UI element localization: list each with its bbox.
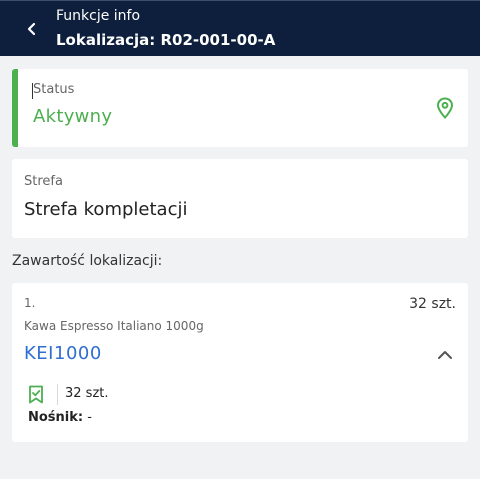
bookmark-check-icon xyxy=(29,385,43,404)
chevron-left-icon xyxy=(27,22,36,36)
strefa-card: Strefa Strefa kompletacji xyxy=(12,159,468,238)
strefa-label: Strefa xyxy=(24,174,63,189)
status-label: Status xyxy=(33,82,75,97)
item-name: Kawa Espresso Italiano 1000g xyxy=(24,319,204,333)
status-value: Aktywny xyxy=(33,106,113,127)
item-total-quantity: 32 szt. xyxy=(409,296,456,312)
carrier-row: Nośnik: - xyxy=(28,410,92,425)
carrier-value: - xyxy=(87,410,92,425)
carrier-label: Nośnik: xyxy=(28,410,84,425)
strefa-value: Strefa kompletacji xyxy=(24,199,188,220)
location-content-heading: Zawartość lokalizacji: xyxy=(12,253,163,269)
location-pin-icon[interactable] xyxy=(436,97,454,119)
header-title: Funkcje info xyxy=(56,8,141,24)
divider xyxy=(57,384,58,405)
header-location: Lokalizacja: R02-001-00-A xyxy=(56,31,276,49)
app-header: Funkcje info Lokalizacja: R02-001-00-A xyxy=(0,0,480,56)
list-item: 1. 32 szt. Kawa Espresso Italiano 1000g … xyxy=(12,283,468,442)
item-quantity: 32 szt. xyxy=(65,386,109,401)
status-card: Status Aktywny xyxy=(12,69,468,147)
back-button[interactable] xyxy=(20,17,44,41)
chevron-up-icon[interactable] xyxy=(436,348,454,362)
item-code-link[interactable]: KEI1000 xyxy=(24,343,102,364)
item-index: 1. xyxy=(24,296,36,310)
